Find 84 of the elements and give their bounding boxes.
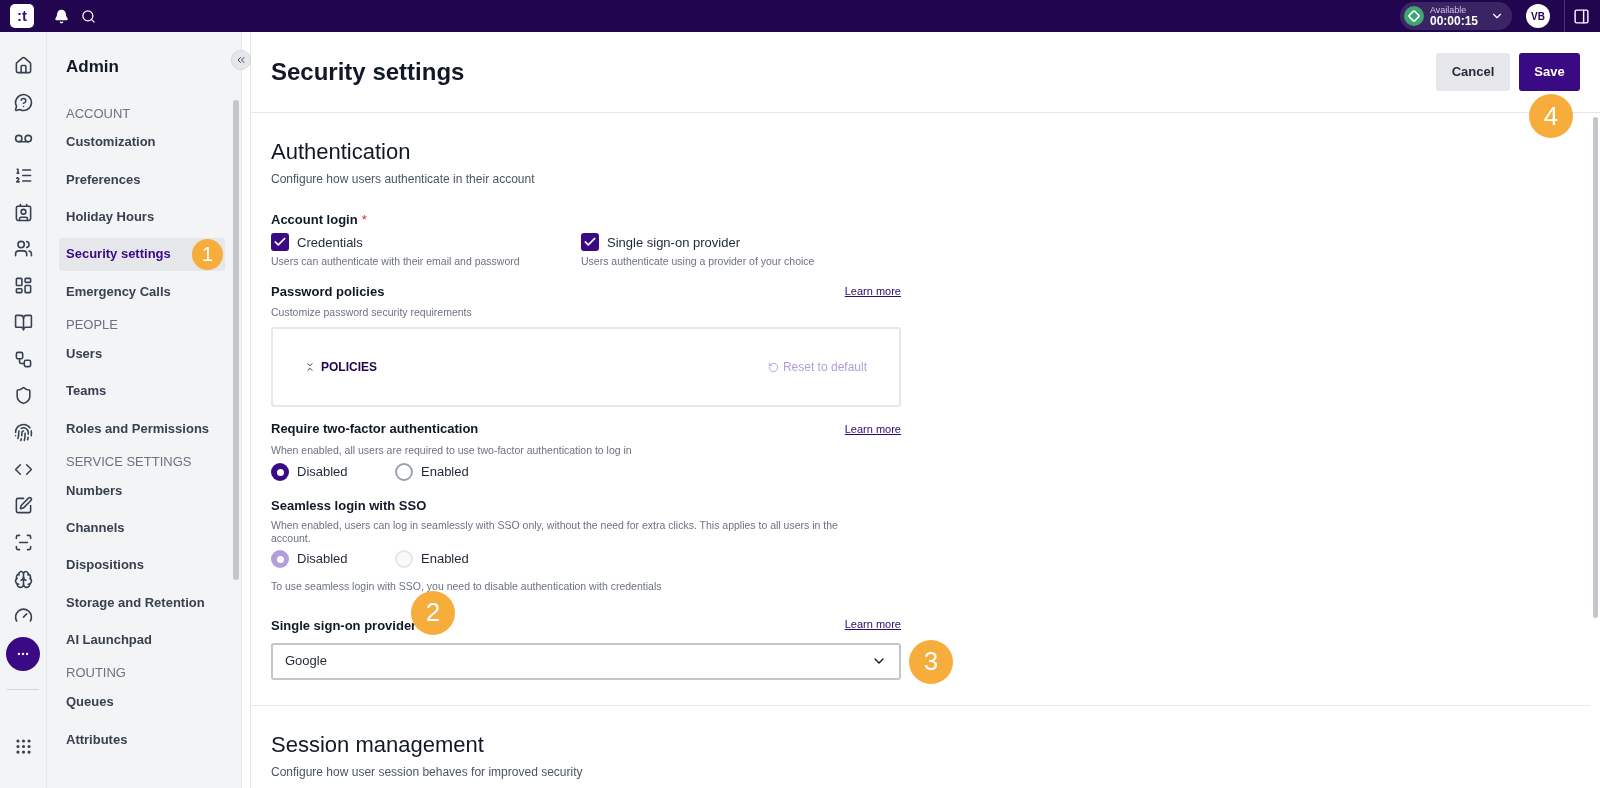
sidebar-item[interactable]: Queues bbox=[59, 685, 225, 719]
sidebar-item[interactable]: Roles and Permissions bbox=[59, 411, 225, 445]
app-logo[interactable]: :t bbox=[10, 4, 34, 28]
app-grid-icon[interactable] bbox=[13, 737, 33, 757]
step-number-badge: 4 bbox=[1529, 94, 1573, 138]
status-selector[interactable]: Available 00:00:15 bbox=[1399, 2, 1512, 30]
cancel-button[interactable]: Cancel bbox=[1436, 53, 1510, 91]
book-icon[interactable] bbox=[13, 312, 33, 332]
section-title: Authentication bbox=[271, 138, 412, 166]
field-label: Password policies bbox=[271, 282, 385, 301]
section-subtitle: Configure how users authenticate in their account bbox=[271, 171, 536, 188]
reset-icon bbox=[767, 361, 779, 373]
sidebar-item[interactable]: Teams bbox=[59, 374, 225, 408]
sidebar-item[interactable]: Numbers bbox=[59, 473, 225, 507]
field-hint: Customize password security requirements bbox=[271, 305, 473, 321]
home-icon[interactable] bbox=[13, 56, 33, 75]
panel-toggle-icon[interactable] bbox=[1573, 7, 1590, 25]
bell-icon[interactable] bbox=[54, 8, 69, 24]
panel-title[interactable]: POLICIES bbox=[321, 358, 768, 376]
option-hint: Users can authenticate with their email and password bbox=[271, 254, 521, 269]
sidebar-item[interactable]: Security settings 1 bbox=[59, 237, 225, 271]
sidebar-item[interactable]: Customization bbox=[59, 125, 225, 159]
step-number-badge: 3 bbox=[909, 639, 953, 684]
option-hint: Users authenticate using a provider of your choice bbox=[581, 254, 816, 269]
radio-button[interactable] bbox=[395, 463, 413, 481]
sidebar-item[interactable]: Preferences bbox=[59, 162, 225, 196]
flow-icon[interactable] bbox=[13, 349, 33, 369]
field-hint: When enabled, all users are required to use two-factor authentication to log in bbox=[271, 442, 633, 458]
fingerprint-icon[interactable] bbox=[13, 422, 33, 442]
shield-icon[interactable] bbox=[13, 386, 33, 406]
required-mark: * bbox=[361, 211, 367, 229]
field-label: Single sign-on provider bbox=[271, 617, 417, 633]
sidebar-title: Admin bbox=[65, 56, 120, 78]
people-icon[interactable] bbox=[13, 239, 33, 259]
checkbox[interactable] bbox=[581, 233, 599, 252]
sidebar-item[interactable]: Attributes bbox=[59, 722, 225, 756]
learn-more-link[interactable]: Learn more bbox=[844, 420, 901, 437]
status-label: Available bbox=[1429, 5, 1468, 15]
brain-icon[interactable] bbox=[13, 569, 33, 589]
checkbox-label: Credentials bbox=[297, 233, 363, 252]
sidebar-item[interactable]: Emergency Calls bbox=[59, 275, 225, 309]
section-title: Session management bbox=[271, 730, 485, 759]
contact-card-icon[interactable] bbox=[13, 202, 33, 222]
learn-more-link[interactable]: Learn more bbox=[844, 616, 901, 633]
provider-select[interactable]: Google bbox=[271, 642, 901, 680]
collapse-button[interactable] bbox=[231, 50, 251, 70]
dashboard-icon[interactable] bbox=[13, 276, 33, 296]
section-subtitle: Configure how user session behaves for improved security bbox=[271, 763, 584, 781]
field-hint: When enabled, users can log in seamlessly with SSO only, without the need for extra clicks. This applies to all users in the account. bbox=[271, 519, 839, 546]
radio-label: Disabled bbox=[297, 550, 348, 569]
checkbox-label: Single sign-on provider bbox=[607, 233, 740, 252]
page-title: Security settings bbox=[271, 57, 466, 87]
collapse-icon[interactable] bbox=[305, 362, 315, 372]
section-heading: ACCOUNT bbox=[65, 104, 132, 123]
sidebar-item[interactable]: Holiday Hours bbox=[59, 200, 225, 234]
user-avatar[interactable]: VB bbox=[1526, 4, 1550, 28]
step-number-badge: 1 bbox=[192, 238, 223, 270]
section-heading: ROUTING bbox=[65, 664, 127, 683]
field-label: Require two-factor authentication bbox=[271, 420, 479, 438]
section-heading: PEOPLE bbox=[65, 316, 120, 335]
field-label: Seamless login with SSO bbox=[271, 496, 428, 515]
learn-more-link[interactable]: Learn more bbox=[844, 283, 901, 300]
field-note: To use seamless login with SSO, you need to disable authentication with credentials bbox=[271, 578, 663, 594]
sidebar-item[interactable]: Dispositions bbox=[59, 548, 225, 582]
radio-label: Disabled bbox=[297, 463, 348, 482]
save-button[interactable]: Save bbox=[1519, 53, 1580, 91]
scan-icon[interactable] bbox=[13, 532, 33, 552]
collapse-icon bbox=[235, 54, 247, 66]
sidebar-item[interactable]: Users bbox=[59, 337, 225, 371]
sidebar-item[interactable]: Storage and Retention bbox=[59, 586, 225, 619]
list-icon[interactable] bbox=[13, 166, 33, 186]
sidebar-item[interactable]: Channels bbox=[59, 511, 225, 545]
section-heading: SERVICE SETTINGS bbox=[65, 452, 193, 471]
more-button[interactable] bbox=[6, 637, 40, 671]
radio-button[interactable] bbox=[271, 463, 289, 481]
radio-label: Enabled bbox=[421, 463, 469, 482]
edit-icon[interactable] bbox=[13, 496, 33, 516]
radio-label: Enabled bbox=[421, 550, 469, 569]
checkbox[interactable] bbox=[271, 233, 289, 252]
status-indicator-icon bbox=[1403, 6, 1424, 26]
status-timer: 00:00:15 bbox=[1429, 14, 1478, 27]
search-icon[interactable] bbox=[81, 8, 96, 24]
field-label: Account login bbox=[271, 211, 358, 229]
sidebar-item[interactable]: AI Launchpad bbox=[59, 623, 225, 657]
